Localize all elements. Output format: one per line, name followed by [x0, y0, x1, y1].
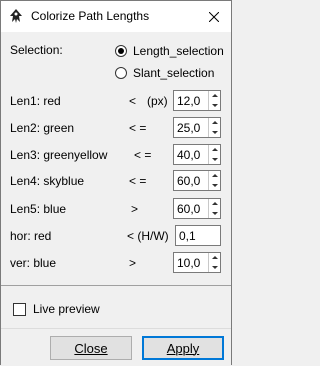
- len4-spinbox[interactable]: 60,0: [173, 170, 221, 191]
- close-button-label: Close: [74, 340, 108, 356]
- spin-down-icon[interactable]: [209, 181, 220, 190]
- row-op-len1: <: [129, 94, 137, 108]
- row-op-hor: < (H/W): [127, 229, 169, 243]
- radio-button-checked[interactable]: [115, 45, 127, 57]
- spin-down-icon[interactable]: [209, 209, 220, 218]
- spin-value[interactable]: 25,0: [177, 121, 200, 135]
- close-button[interactable]: Close: [50, 336, 132, 360]
- window-title: Colorize Path Lengths: [31, 9, 150, 23]
- radio-length-selection[interactable]: Length_selection: [115, 43, 224, 59]
- spin-value[interactable]: 12,0: [177, 94, 200, 108]
- len3-spinbox[interactable]: 40,0: [173, 144, 221, 165]
- spin-down-icon[interactable]: [209, 263, 220, 272]
- spin-up-icon[interactable]: [209, 145, 220, 154]
- apply-button[interactable]: Apply: [142, 336, 224, 360]
- spin-value[interactable]: 40,0: [177, 148, 200, 162]
- len2-spinbox[interactable]: 25,0: [173, 117, 221, 138]
- unit-label: (px): [147, 94, 168, 108]
- row-label-len2: Len2: green: [10, 121, 75, 135]
- spin-down-icon[interactable]: [209, 101, 220, 110]
- len5-spinbox[interactable]: 60,0: [173, 198, 221, 219]
- len1-spinbox[interactable]: 12,0: [173, 90, 221, 111]
- row-label-len3: Len3: greenyellow: [10, 148, 108, 162]
- separator-line: [1, 285, 231, 286]
- row-label-len1: Len1: red: [10, 94, 61, 108]
- spin-down-icon[interactable]: [209, 155, 220, 164]
- title-bar: Colorize Path Lengths: [1, 1, 231, 32]
- selection-label: Selection:: [10, 43, 63, 57]
- row-op-len5: >: [131, 202, 139, 216]
- radio-slant-selection[interactable]: Slant_selection: [115, 65, 214, 81]
- radio-label: Slant_selection: [133, 66, 215, 80]
- live-preview-checkbox[interactable]: [13, 303, 26, 316]
- apply-button-label: Apply: [166, 340, 200, 356]
- spin-up-icon[interactable]: [209, 118, 220, 127]
- spin-up-icon[interactable]: [209, 253, 220, 262]
- button-bar: Close Apply: [1, 328, 231, 366]
- close-icon: [209, 11, 219, 22]
- radio-button[interactable]: [115, 67, 127, 79]
- row-op-ver: >: [129, 256, 137, 270]
- spin-up-icon[interactable]: [209, 199, 220, 208]
- row-op-len2: < =: [129, 121, 147, 135]
- input-value[interactable]: 0,1: [179, 229, 196, 243]
- row-label-len5: Len5: blue: [10, 202, 67, 216]
- radio-label: Length_selection: [133, 44, 224, 58]
- spin-value[interactable]: 60,0: [177, 202, 200, 216]
- spin-value[interactable]: 10,0: [177, 256, 200, 270]
- close-window-button[interactable]: [197, 1, 231, 32]
- ver-spinbox[interactable]: 10,0: [173, 252, 221, 273]
- dialog-window: Colorize Path Lengths Selection: Length_…: [0, 0, 232, 366]
- row-op-len3: < =: [134, 148, 152, 162]
- row-label-hor: hor: red: [10, 229, 52, 243]
- spin-down-icon[interactable]: [209, 128, 220, 137]
- live-preview-label[interactable]: Live preview: [33, 302, 100, 316]
- row-op-len4: < =: [129, 174, 147, 188]
- row-label-ver: ver: blue: [10, 256, 57, 270]
- row-label-len4: Len4: skyblue: [10, 174, 85, 188]
- dialog-content: Selection: Length_selection Slant_select…: [1, 32, 231, 366]
- hor-input[interactable]: 0,1: [175, 225, 221, 246]
- spin-up-icon[interactable]: [209, 91, 220, 100]
- inkscape-icon: [10, 9, 22, 23]
- spin-value[interactable]: 60,0: [177, 174, 200, 188]
- spin-up-icon[interactable]: [209, 171, 220, 180]
